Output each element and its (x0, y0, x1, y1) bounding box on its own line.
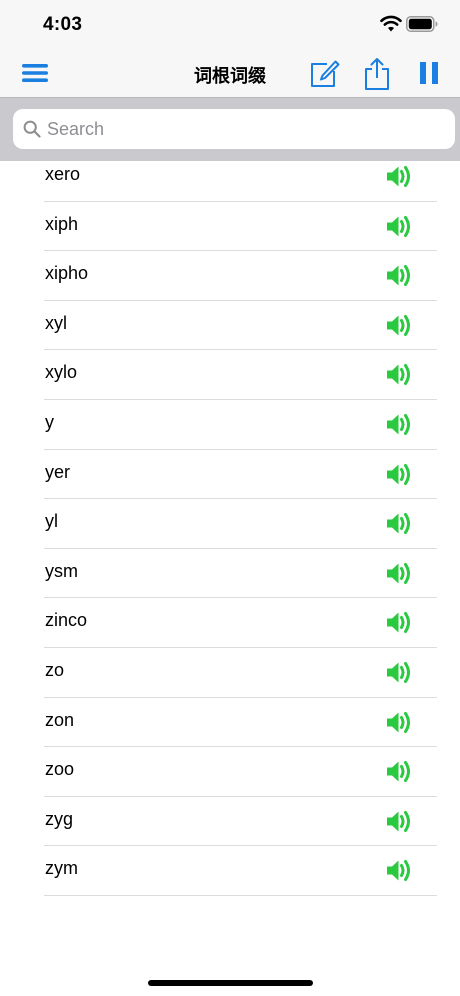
list-item-label: xylo (45, 362, 78, 383)
speaker-icon[interactable] (386, 164, 413, 189)
list-item-label: xipho (45, 263, 89, 284)
wifi-icon (380, 15, 402, 32)
speaker-icon[interactable] (386, 610, 413, 635)
speaker-icon[interactable] (386, 313, 413, 338)
list-item[interactable]: zo (0, 648, 460, 698)
speaker-icon[interactable] (386, 858, 413, 883)
speaker-icon[interactable] (386, 412, 413, 437)
word-root-list: xero xiph xipho xyl xylo y yer yl ysm zinco zo zon z… (0, 152, 460, 896)
speaker-icon[interactable] (386, 809, 413, 834)
edit-icon[interactable] (310, 60, 340, 88)
speaker-icon[interactable] (386, 511, 413, 536)
home-indicator (148, 980, 313, 986)
speaker-icon[interactable] (386, 362, 413, 387)
speaker-icon[interactable] (386, 710, 413, 735)
list-item[interactable]: zyg (0, 797, 460, 847)
list-item[interactable]: xylo (0, 350, 460, 400)
list-item[interactable]: zoo (0, 747, 460, 797)
list-item[interactable]: ysm (0, 549, 460, 599)
battery-icon (406, 16, 438, 32)
list-item[interactable]: xiph (0, 202, 460, 252)
speaker-icon[interactable] (386, 660, 413, 685)
pause-icon[interactable] (418, 62, 440, 84)
status-time: 4:03 (43, 14, 83, 35)
speaker-icon[interactable] (386, 214, 413, 239)
status-bar: 4:03 (0, 0, 460, 50)
speaker-icon[interactable] (386, 263, 413, 288)
list-item-label: zo (45, 659, 65, 680)
search-input[interactable] (47, 109, 437, 149)
list-item-label: xiph (45, 213, 79, 234)
list-item[interactable]: y (0, 400, 460, 450)
speaker-icon[interactable] (386, 759, 413, 784)
list-item[interactable]: xero (0, 152, 460, 202)
list-item[interactable]: xyl (0, 301, 460, 351)
list-item[interactable]: zinco (0, 598, 460, 648)
list-item-label: y (45, 411, 54, 432)
list-item[interactable]: yl (0, 499, 460, 549)
list-item[interactable]: zym (0, 846, 460, 896)
list-item-label: yl (45, 511, 58, 532)
list-item-label: xyl (45, 312, 67, 333)
list-item-label: zoo (45, 759, 75, 780)
share-icon[interactable] (364, 57, 390, 91)
navigation-bar: 词根词缀 (0, 50, 460, 98)
list-item-label: zyg (45, 808, 74, 829)
page-title: 词根词缀 (194, 66, 266, 86)
speaker-icon[interactable] (386, 462, 413, 487)
list-item-label: xero (45, 164, 81, 184)
list-item[interactable]: yer (0, 450, 460, 500)
list-item-label: zym (45, 858, 78, 879)
search-field[interactable] (13, 109, 455, 149)
list-item-label: zinco (45, 610, 88, 631)
speaker-icon[interactable] (386, 561, 413, 586)
list-item-label: yer (45, 461, 71, 482)
list-item-label: zon (45, 709, 75, 730)
list-item-label: ysm (45, 560, 78, 581)
list-item[interactable]: zon (0, 698, 460, 748)
search-icon (23, 120, 41, 138)
list-item[interactable]: xipho (0, 251, 460, 301)
